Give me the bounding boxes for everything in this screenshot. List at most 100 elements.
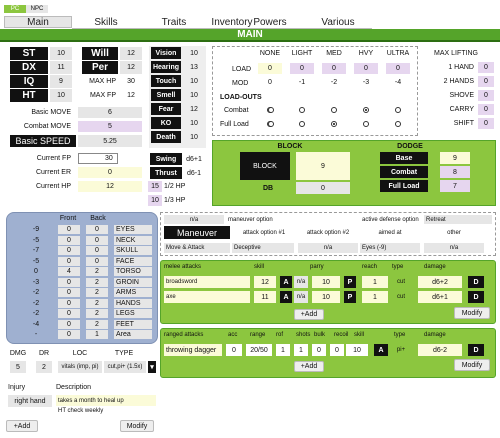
dx-value[interactable]: 11 [50, 61, 72, 74]
combat-load-radio[interactable] [299, 107, 305, 113]
sense-value[interactable]: 10 [184, 75, 204, 87]
will-value[interactable]: 12 [120, 47, 142, 60]
sense-value[interactable]: 10 [184, 117, 204, 129]
body-back-dr[interactable]: 0 [86, 256, 108, 266]
injury-add-button[interactable]: +Add [6, 420, 38, 432]
body-back-dr[interactable]: 2 [86, 288, 108, 297]
full-load-radio[interactable] [268, 121, 274, 127]
body-back-dr[interactable]: 2 [86, 277, 108, 287]
body-front-dr[interactable]: 0 [58, 288, 80, 297]
combat-move-value[interactable]: 5 [78, 121, 142, 132]
block-button[interactable]: BLOCK [240, 152, 290, 180]
body-back-dr[interactable]: 2 [86, 319, 108, 329]
ranged-header: recoil [334, 332, 349, 338]
ht-value[interactable]: 10 [50, 89, 72, 102]
basic-speed-value[interactable]: 5.25 [78, 135, 142, 147]
body-back-dr[interactable]: 2 [86, 309, 108, 318]
ranged-damage-button[interactable]: D [468, 344, 484, 356]
sense-value[interactable]: 10 [184, 131, 204, 143]
melee-add-button[interactable]: +Add [294, 309, 324, 320]
melee-damage-button[interactable]: D [468, 276, 484, 288]
ranged-modify-button[interactable]: Modify [454, 359, 490, 371]
other-select[interactable]: n/a [424, 243, 484, 253]
attack-option-1-select[interactable]: Deceptive [232, 243, 294, 253]
maneuver-option-na[interactable]: n/a [164, 215, 224, 224]
load-value[interactable]: 0 [386, 63, 410, 74]
full-load-radio[interactable] [395, 121, 401, 127]
body-front-dr[interactable]: 0 [58, 298, 80, 308]
body-back-dr[interactable]: 2 [86, 298, 108, 308]
ranged-add-button[interactable]: +Add [294, 361, 324, 372]
block-title: BLOCK [277, 142, 303, 150]
body-front-dr[interactable]: 0 [58, 256, 80, 266]
db-value[interactable]: 0 [296, 182, 350, 194]
sense-value[interactable]: 12 [184, 103, 204, 115]
iq-value[interactable]: 9 [50, 75, 72, 88]
load-value[interactable]: 0 [258, 63, 282, 74]
combat-load-radio[interactable] [395, 107, 401, 113]
melee-parry-button[interactable]: P [344, 291, 356, 303]
load-value[interactable]: 0 [290, 63, 314, 74]
chevron-down-icon[interactable]: ▾ [148, 361, 156, 373]
sense-value[interactable]: 13 [184, 61, 204, 73]
dmg-input[interactable]: 5 [10, 361, 26, 373]
tab-main[interactable]: Main [4, 16, 72, 28]
body-front-dr[interactable]: 0 [58, 309, 80, 318]
maneuver-button[interactable]: Maneuver [164, 226, 230, 239]
tab-skills[interactable]: Skills [72, 16, 140, 28]
type-select[interactable]: cut,pi+ (1.5x) [104, 361, 146, 373]
maxhp-value[interactable]: 30 [120, 75, 142, 88]
maneuver-select[interactable]: Move & Attack [164, 243, 230, 253]
melee-skill-button[interactable]: A [280, 291, 292, 303]
body-back-dr[interactable]: 0 [86, 225, 108, 234]
st-value[interactable]: 10 [50, 47, 72, 60]
full-load-radio[interactable] [299, 121, 305, 127]
full-load-radio[interactable] [363, 121, 369, 127]
melee-parry-button[interactable]: P [344, 276, 356, 288]
body-front-dr[interactable]: 0 [58, 330, 80, 339]
basic-move-value[interactable]: 6 [78, 107, 142, 118]
current-fp-input[interactable]: 30 [78, 153, 118, 164]
injury-modify-button[interactable]: Modify [120, 420, 154, 432]
combat-load-radio[interactable] [268, 107, 274, 113]
body-front-dr[interactable]: 0 [58, 225, 80, 234]
tab-powers[interactable]: Powers [236, 16, 304, 28]
dr-input[interactable]: 2 [36, 361, 52, 373]
loc-select[interactable]: vitals (imp, pi) [58, 361, 102, 373]
body-back-dr[interactable]: 0 [86, 246, 108, 255]
current-er-value[interactable]: 0 [78, 167, 142, 178]
melee-modify-button[interactable]: Modify [454, 307, 490, 319]
per-value[interactable]: 12 [120, 61, 142, 74]
load-value[interactable]: 0 [322, 63, 346, 74]
attack-option-2-select[interactable]: n/a [298, 243, 358, 253]
injury-location[interactable]: right hand [8, 395, 52, 407]
sense-value[interactable]: 10 [184, 47, 204, 59]
combat-load-radio[interactable] [331, 107, 337, 113]
active-defense-option-select[interactable]: Retreat [424, 215, 492, 224]
sense-value[interactable]: 10 [184, 89, 204, 101]
melee-skill-button[interactable]: A [280, 276, 292, 288]
body-front-dr[interactable]: 4 [58, 267, 80, 276]
body-back-dr[interactable]: 0 [86, 235, 108, 245]
tab-various[interactable]: Various [304, 16, 372, 28]
dodge-title: DODGE [397, 142, 423, 150]
npc-toggle[interactable]: NPC [26, 5, 48, 13]
aimed-at-select[interactable]: Eyes (-9) [360, 243, 420, 253]
combat-load-radio[interactable] [363, 107, 369, 113]
pc-toggle[interactable]: PC [4, 5, 26, 13]
melee-damage-button[interactable]: D [468, 291, 484, 303]
melee-weapon-name[interactable]: axe [164, 291, 250, 303]
current-hp-value[interactable]: 12 [78, 181, 142, 192]
maxfp-value[interactable]: 12 [120, 89, 142, 102]
body-front-dr[interactable]: 0 [58, 246, 80, 255]
full-load-radio[interactable] [331, 121, 337, 127]
melee-weapon-name[interactable]: broadsword [164, 276, 250, 288]
ranged-weapon-name[interactable]: throwing dagger [164, 344, 222, 356]
load-value[interactable]: 0 [354, 63, 378, 74]
ranged-skill-button[interactable]: A [374, 344, 388, 356]
body-front-dr[interactable]: 0 [58, 319, 80, 329]
body-back-dr[interactable]: 1 [86, 330, 108, 339]
body-front-dr[interactable]: 0 [58, 277, 80, 287]
body-front-dr[interactable]: 0 [58, 235, 80, 245]
body-back-dr[interactable]: 2 [86, 267, 108, 276]
